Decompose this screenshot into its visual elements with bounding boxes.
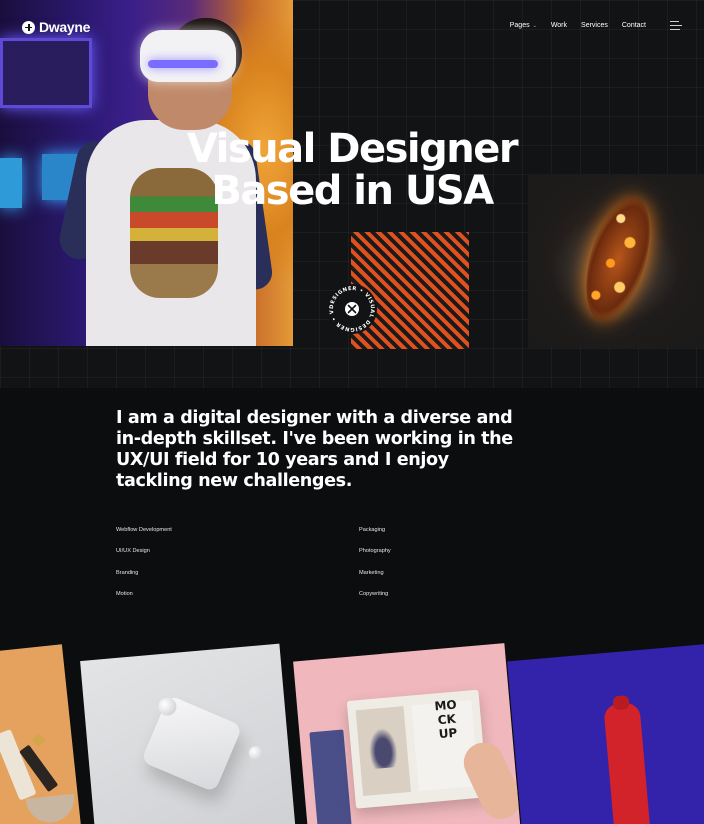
- skill-item: Copywriting: [359, 591, 389, 598]
- nav-item-contact[interactable]: Contact: [622, 22, 646, 29]
- nav-item-label: Work: [550, 22, 568, 29]
- hero-section: DESIGNER • VISUAL DESIGNER • VISUAL Visu…: [0, 0, 704, 388]
- hero-title-line2: Based in USA: [211, 168, 494, 214]
- hero-title: Visual Designer Based in USA: [140, 128, 564, 212]
- bowl-shape: [25, 793, 77, 824]
- nav-item-work[interactable]: Work: [551, 22, 567, 29]
- rotating-badge: DESIGNER • VISUAL DESIGNER • VISUAL: [324, 279, 378, 335]
- main-nav: Pages ⌄ Work Services Contact: [510, 22, 646, 29]
- nav-item-label: Services: [581, 22, 608, 29]
- portfolio-card-cosmetics[interactable]: [0, 644, 82, 824]
- nav-item-pages[interactable]: Pages ⌄: [510, 22, 537, 29]
- nav-item-services[interactable]: Services: [581, 22, 608, 29]
- nav-item-label: Pages: [509, 22, 530, 29]
- chevron-down-icon: ⌄: [532, 22, 537, 29]
- white-3d-object: [140, 694, 243, 793]
- hamburger-menu-icon[interactable]: [670, 21, 682, 31]
- portfolio-card-mockup[interactable]: MOCKUP: [293, 643, 521, 824]
- vr-headset: [140, 30, 236, 82]
- side-print: [309, 729, 352, 824]
- arcade-screen: [0, 158, 22, 208]
- red-cloth-shape: [603, 702, 651, 824]
- badge-svg: DESIGNER • VISUAL DESIGNER • VISUAL: [324, 279, 377, 334]
- open-book: [346, 689, 488, 809]
- skill-item: Photography: [359, 548, 391, 555]
- page: DESIGNER • VISUAL DESIGNER • VISUAL Visu…: [0, 0, 704, 824]
- portfolio-card-blue[interactable]: [507, 643, 704, 824]
- skill-item: Packaging: [359, 527, 386, 533]
- mockup-text: MOCKUP: [433, 697, 458, 742]
- portfolio-card-3d-object[interactable]: [80, 643, 296, 824]
- bottle-cap: [31, 733, 46, 748]
- sphere-shape: [248, 745, 264, 761]
- skill-item: Marketing: [359, 569, 384, 576]
- intro-paragraph: I am a digital designer with a diverse a…: [116, 408, 513, 491]
- neon-sign: [0, 38, 92, 108]
- nav-item-label: Contact: [621, 22, 646, 29]
- brand-name: Dwayne: [39, 19, 91, 35]
- plant-illustration: [367, 726, 399, 770]
- logo-plus-icon: [22, 20, 35, 34]
- brand-logo[interactable]: Dwayne: [22, 19, 90, 35]
- skills-list-right: Packaging Photography Marketing Copywrit…: [359, 527, 559, 613]
- hero-title-line1: Visual Designer: [186, 126, 519, 172]
